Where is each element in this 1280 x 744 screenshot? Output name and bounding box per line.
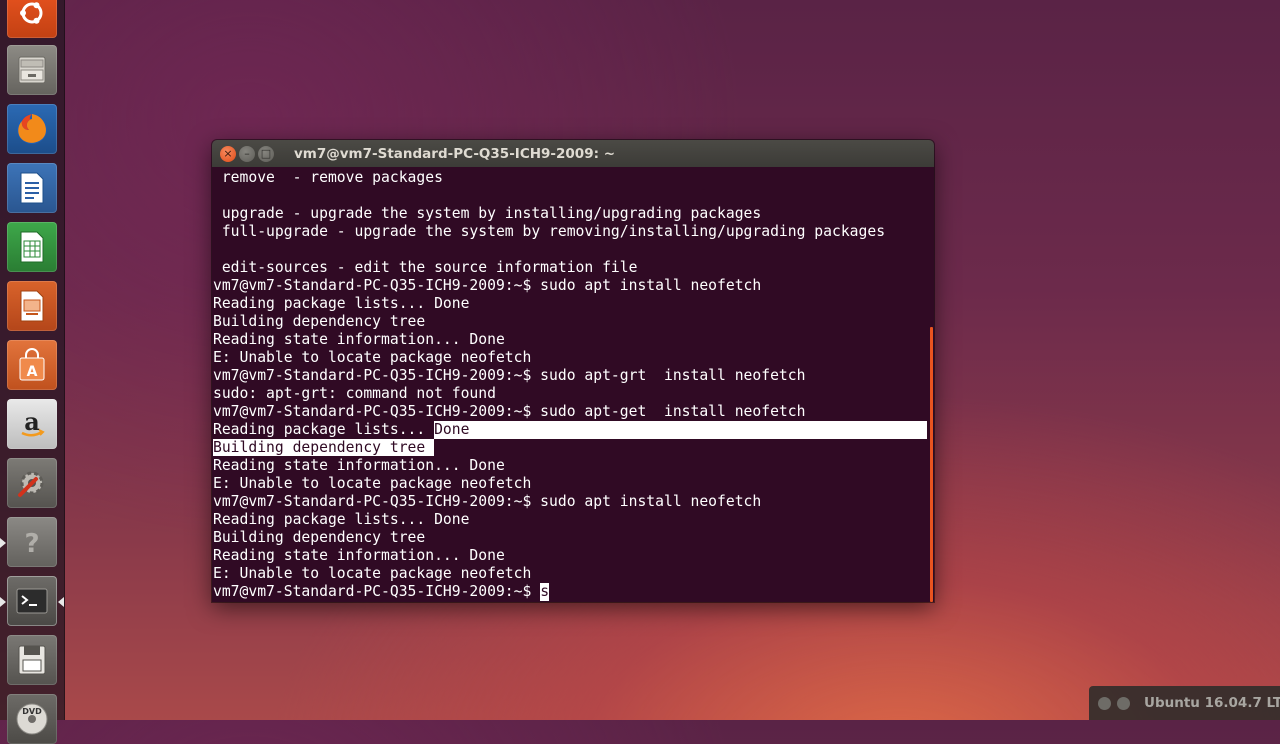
minimize-icon: –: [244, 147, 250, 160]
amazon-logo-icon: a: [21, 407, 45, 437]
presentation-icon: [20, 290, 44, 322]
window-titlebar[interactable]: × – □ vm7@vm7-Standard-PC-Q35-ICH9-2009:…: [212, 140, 934, 167]
focused-indicator-icon: [58, 597, 64, 607]
libreoffice-calc-icon[interactable]: [7, 222, 57, 272]
running-indicator-icon: [0, 538, 6, 548]
terminal-line: vm7@vm7-Standard-PC-Q35-ICH9-2009:~$ sud…: [213, 367, 806, 384]
terminal-line: Reading state information... Done: [213, 547, 505, 564]
svg-text:?: ?: [24, 529, 39, 559]
close-window-button[interactable]: ×: [220, 145, 236, 162]
selected-text: Done: [434, 421, 928, 439]
dvd-label: DVD: [22, 707, 42, 716]
ubuntu-logo-icon: [20, 2, 43, 24]
prompt-text: vm7@vm7-Standard-PC-Q35-ICH9-2009:~$: [213, 583, 541, 600]
system-settings-icon[interactable]: [7, 458, 57, 508]
spreadsheet-icon: [20, 231, 44, 263]
terminal-line: Reading state information... Done: [213, 457, 505, 474]
libreoffice-impress-icon[interactable]: [7, 281, 57, 331]
close-icon: ×: [223, 147, 233, 160]
terminal-line: Building dependency tree: [213, 529, 426, 546]
ubuntu-dash-icon[interactable]: [7, 0, 57, 38]
question-mark-icon: ?: [24, 529, 39, 559]
terminal-line: vm7@vm7-Standard-PC-Q35-ICH9-2009:~$ sud…: [213, 493, 762, 510]
notice-minimize-button[interactable]: [1117, 696, 1130, 710]
svg-text:a: a: [24, 407, 40, 436]
terminal-line: E: Unable to locate package neofetch: [213, 349, 532, 366]
terminal-line: Building dependency tree: [213, 313, 426, 330]
selected-text: Building dependency tree: [213, 439, 435, 456]
file-cabinet-icon: [18, 56, 46, 84]
os-version-notice: Ubuntu 16.04.7 LTS: [1089, 686, 1280, 720]
terminal-prompt-line[interactable]: vm7@vm7-Standard-PC-Q35-ICH9-2009:~$ s: [213, 583, 934, 601]
terminal-line: E: Unable to locate package neofetch: [213, 565, 532, 582]
document-icon: [20, 172, 44, 204]
libreoffice-writer-icon[interactable]: [7, 163, 57, 213]
terminal-window[interactable]: × – □ vm7@vm7-Standard-PC-Q35-ICH9-2009:…: [212, 140, 934, 602]
running-indicator-icon: [0, 597, 6, 607]
maximize-icon: □: [260, 147, 272, 160]
terminal-line: sudo: apt-grt: command not found: [213, 385, 496, 402]
terminal-output[interactable]: remove - remove packages upgrade - upgra…: [212, 167, 934, 602]
unity-launcher: A a ? DVD: [0, 0, 65, 744]
terminal-line-selected: Building dependency tree: [213, 439, 934, 457]
save-disk-icon[interactable]: [7, 635, 57, 685]
terminal-icon[interactable]: [7, 576, 57, 626]
dvd-disc-icon: DVD: [16, 703, 48, 735]
firefox-logo-icon: [17, 114, 47, 144]
wrench-gear-icon: [18, 471, 44, 497]
floppy-disk-icon: [18, 645, 46, 675]
dvd-icon[interactable]: DVD: [7, 694, 57, 744]
terminal-line: Reading package lists... Done: [213, 295, 470, 312]
help-icon[interactable]: ?: [7, 517, 57, 567]
terminal-prompt-icon: [16, 588, 48, 614]
amazon-icon[interactable]: a: [7, 399, 57, 449]
terminal-line: vm7@vm7-Standard-PC-Q35-ICH9-2009:~$ sud…: [213, 403, 806, 420]
firefox-icon[interactable]: [7, 104, 57, 154]
window-title: vm7@vm7-Standard-PC-Q35-ICH9-2009: ~: [294, 145, 616, 162]
terminal-line: remove - remove packages: [213, 169, 443, 186]
terminal-text: Reading package lists...: [213, 421, 435, 438]
os-version-label: Ubuntu 16.04.7 LTS: [1144, 695, 1280, 711]
terminal-line-selected: Reading package lists... Done: [213, 421, 934, 439]
terminal-line: full-upgrade - upgrade the system by rem…: [213, 223, 886, 240]
terminal-line: Reading state information... Done: [213, 331, 505, 348]
terminal-line: vm7@vm7-Standard-PC-Q35-ICH9-2009:~$ sud…: [213, 277, 762, 294]
current-input[interactable]: s: [540, 583, 550, 601]
terminal-line: upgrade - upgrade the system by installi…: [213, 205, 762, 222]
terminal-line: edit-sources - edit the source informati…: [213, 259, 638, 276]
terminal-scrollbar[interactable]: [930, 327, 933, 602]
files-icon[interactable]: [7, 45, 57, 95]
shopping-bag-icon: A: [19, 348, 45, 381]
minimize-window-button[interactable]: –: [239, 145, 255, 162]
notice-close-button[interactable]: [1098, 696, 1111, 710]
terminal-line: E: Unable to locate package neofetch: [213, 475, 532, 492]
ubuntu-software-icon[interactable]: A: [7, 340, 57, 390]
maximize-window-button[interactable]: □: [258, 145, 274, 162]
svg-text:A: A: [27, 364, 38, 380]
terminal-line: Reading package lists... Done: [213, 511, 470, 528]
